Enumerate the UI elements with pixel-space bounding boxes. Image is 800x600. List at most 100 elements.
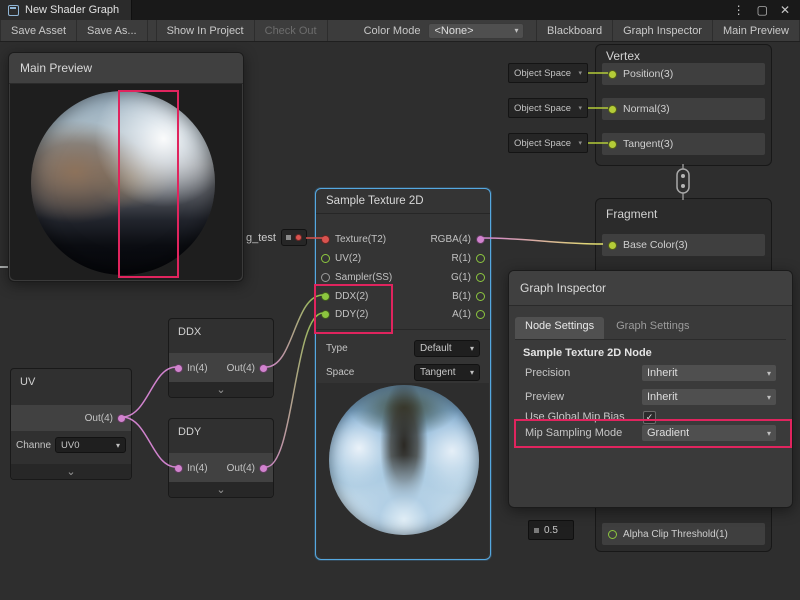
space-label: Space [326,367,354,378]
precision-value: Inherit [647,367,678,379]
ddx-node[interactable]: DDX In(4) Out(4) [168,318,274,398]
g-port[interactable] [476,273,485,282]
save-asset-button[interactable]: Save Asset [0,20,77,41]
sample-texture-2d-node[interactable]: Sample Texture 2D Texture(T2) UV(2) Samp… [315,188,491,560]
uv-node[interactable]: UV Out(4) Channe UV0 [10,368,132,480]
uv-channel-label: Channe [16,440,51,451]
toolbar: Save Asset Save As... Show In Project Ch… [0,20,800,42]
preview-dropdown[interactable]: Inherit [641,388,777,406]
window-title: New Shader Graph [25,4,119,16]
ddy-node-title: DDY [169,419,273,438]
texture-property-node[interactable]: g_test [246,229,307,246]
tangent-label: Tangent(3) [623,138,673,150]
normal-label: Normal(3) [623,103,670,115]
ddx-in-port[interactable] [174,364,183,373]
ddx-in-label: In(4) [187,363,208,374]
ddx-node-title: DDX [169,319,273,338]
normal-port[interactable] [608,105,617,114]
preview-label: Preview [525,391,564,403]
main-preview-toggle[interactable]: Main Preview [713,20,800,41]
ddy-node[interactable]: DDY In(4) Out(4) [168,418,274,498]
texture-port[interactable] [321,235,330,244]
main-preview-panel[interactable]: Main Preview [8,52,244,282]
graph-inspector-header[interactable]: Graph Inspector [509,271,792,306]
input-row-ddy: DDY(2) [321,305,368,323]
alpha-clip-port[interactable] [608,530,617,539]
texture-input-label: Texture(T2) [335,234,386,245]
vertex-node[interactable]: Vertex Position(3) Normal(3) Tangent(3) [595,44,772,166]
position-port[interactable] [608,70,617,79]
graph-inspector-panel[interactable]: Graph Inspector Node Settings Graph Sett… [508,270,793,508]
g-output-label: G(1) [451,272,471,283]
texture-property-label: g_test [246,232,276,244]
type-dropdown[interactable]: Default [414,340,480,357]
position-label: Position(3) [623,68,673,80]
b-output-label: B(1) [452,291,471,302]
main-preview-title: Main Preview [20,61,92,75]
mip-sampling-mode-dropdown[interactable]: Gradient [641,424,777,442]
output-row-a: A(1) [452,305,485,323]
node-divider [316,329,490,330]
b-port[interactable] [476,292,485,301]
texture-output-port[interactable] [295,234,302,241]
a-port[interactable] [476,310,485,319]
rgba-port[interactable] [476,235,485,244]
ddy-in-label: In(4) [187,463,208,474]
ddy-port[interactable] [321,310,330,319]
ddy-collapse-chevron-icon[interactable] [169,482,273,497]
uv-node-title: UV [11,369,131,388]
input-row-sampler: Sampler(SS) [321,268,392,286]
sampler-port[interactable] [321,273,330,282]
main-preview-sphere [31,91,215,275]
type-value: Default [420,343,452,354]
space-dropdown[interactable]: Tangent [414,364,480,381]
output-row-r: R(1) [452,249,485,267]
node-preview-area [317,383,489,558]
sample-texture-title: Sample Texture 2D [316,189,490,214]
ddy-input-label: DDY(2) [335,309,368,320]
precision-dropdown[interactable]: Inherit [641,364,777,382]
alpha-clip-value-field[interactable]: 0.5 [528,520,574,540]
graph-inspector-toggle[interactable]: Graph Inspector [613,20,713,41]
ddx-collapse-chevron-icon[interactable] [169,382,273,397]
uv-out-port[interactable] [117,414,126,423]
ddx-out-port[interactable] [259,364,268,373]
sampler-input-label: Sampler(SS) [335,272,392,283]
mip-mode-row: Mip Sampling Mode Gradient [525,422,780,444]
tangent-port[interactable] [608,140,617,149]
tab-graph-settings[interactable]: Graph Settings [606,317,699,339]
uv-port[interactable] [321,254,330,263]
show-in-project-button[interactable]: Show In Project [156,20,255,41]
position-space-dropdown[interactable]: Object Space [508,63,588,83]
ddy-port-row: In(4) Out(4) [169,453,273,483]
ddx-port[interactable] [321,292,330,301]
document-tab[interactable]: New Shader Graph [0,0,132,20]
space-row: Space Tangent [326,363,480,381]
tangent-space-dropdown[interactable]: Object Space [508,133,588,153]
uv-channel-dropdown[interactable]: UV0 [55,437,126,453]
graph-canvas[interactable]: Vertex Position(3) Normal(3) Tangent(3) … [0,42,800,600]
ddy-out-port[interactable] [259,464,268,473]
texture-thumb-icon [286,235,291,240]
window-controls: ⋮ ▢ ✕ [733,0,800,20]
shader-graph-icon [8,5,19,16]
r-port[interactable] [476,254,485,263]
main-preview-header[interactable]: Main Preview [9,53,243,84]
color-mode-dropdown[interactable]: <None> [428,23,524,39]
output-row-g: G(1) [451,268,485,286]
base-color-port[interactable] [608,241,617,250]
ddy-out-label: Out(4) [227,463,255,474]
rgba-output-label: RGBA(4) [430,234,471,245]
normal-space-dropdown[interactable]: Object Space [508,98,588,118]
vertex-fragment-connector-handle[interactable] [677,169,689,193]
menu-icon[interactable]: ⋮ [733,0,745,20]
blackboard-toggle[interactable]: Blackboard [536,20,613,41]
ddy-in-port[interactable] [174,464,183,473]
uv-collapse-chevron-icon[interactable] [11,464,131,479]
edge-rgba-to-basecolor[interactable] [483,238,603,244]
close-icon[interactable]: ✕ [780,0,790,20]
maximize-icon[interactable]: ▢ [757,0,768,20]
type-label: Type [326,343,348,354]
tab-node-settings[interactable]: Node Settings [515,317,604,339]
save-as-button[interactable]: Save As... [77,20,148,41]
